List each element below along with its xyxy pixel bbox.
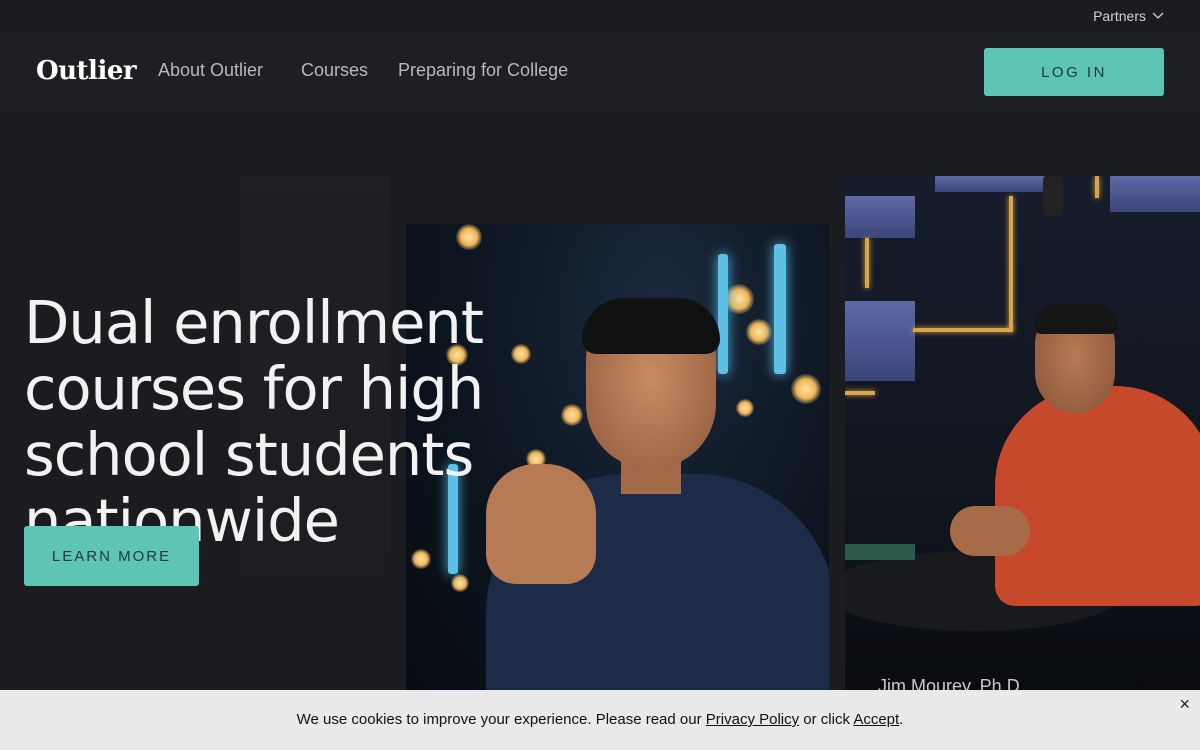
accept-link[interactable]: Accept: [853, 711, 899, 728]
photo-caption: Jim Mourey, Ph.D.: [878, 676, 1025, 690]
privacy-policy-link[interactable]: Privacy Policy: [706, 711, 799, 728]
instructor-photo-2: Jim Mourey, Ph.D.: [845, 176, 1200, 690]
bokeh-light: [736, 399, 754, 417]
lamp-shade: [845, 196, 915, 238]
bokeh-light: [746, 319, 772, 345]
gold-frame: [865, 238, 869, 288]
hero-section: Jim Mourey, Ph.D. Dual enrollment course…: [0, 112, 1200, 690]
top-utility-bar: Partners: [0, 0, 1200, 32]
bokeh-light: [791, 374, 821, 404]
bokeh-light: [451, 574, 469, 592]
lamp-shade: [935, 176, 1055, 192]
nav-link-about[interactable]: About Outlier: [158, 60, 263, 81]
person-hands: [950, 506, 1030, 556]
gold-frame: [913, 328, 1013, 332]
person-hair: [1035, 304, 1117, 334]
partners-dropdown[interactable]: Partners: [1093, 8, 1164, 24]
chevron-down-icon: [1152, 12, 1164, 19]
cookie-message: We use cookies to improve your experienc…: [0, 711, 1200, 728]
hero-headline: Dual enrollment courses for high school …: [24, 288, 484, 555]
gold-frame: [1009, 196, 1013, 331]
nav-link-preparing-for-college[interactable]: Preparing for College: [398, 60, 568, 81]
lamp-shade: [1110, 176, 1200, 212]
learn-more-button[interactable]: LEARN MORE: [24, 526, 199, 586]
person-body: [995, 386, 1200, 606]
gold-frame: [845, 391, 875, 395]
partners-label: Partners: [1093, 8, 1146, 24]
gold-frame: [1095, 176, 1099, 198]
cookie-banner: We use cookies to improve your experienc…: [0, 690, 1200, 750]
lamp-shade: [845, 301, 915, 381]
cookie-text-start: We use cookies to improve your experienc…: [296, 711, 702, 728]
login-button[interactable]: LOG IN: [984, 48, 1164, 96]
neon-light: [718, 254, 728, 374]
close-icon[interactable]: ×: [1179, 694, 1190, 715]
bokeh-light: [456, 224, 482, 250]
outlier-logo[interactable]: Outlier: [36, 56, 137, 86]
bokeh-light: [724, 284, 754, 314]
table-object: [845, 544, 915, 560]
nav-link-courses[interactable]: Courses: [301, 60, 368, 81]
neon-light: [774, 244, 786, 374]
cookie-text-middle: or click: [803, 711, 850, 728]
main-nav: Outlier About Outlier Courses Preparing …: [0, 32, 1200, 112]
cookie-text-end: .: [899, 711, 904, 728]
camera-lamp: [1043, 176, 1063, 216]
